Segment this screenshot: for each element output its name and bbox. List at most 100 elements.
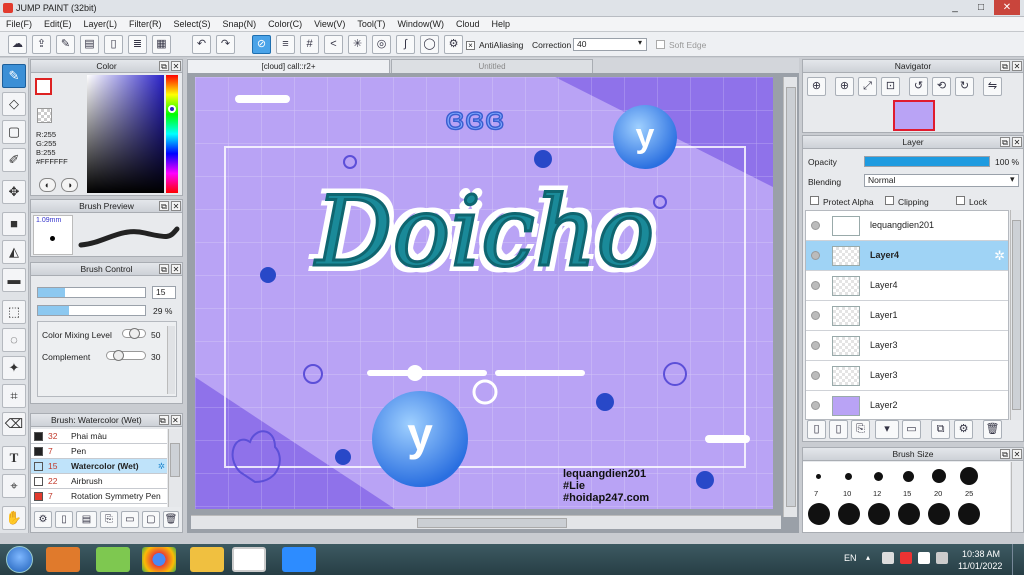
- lasso-tool-icon[interactable]: ◌: [2, 328, 26, 352]
- fit-icon[interactable]: ⤢: [858, 77, 877, 96]
- brush-opacity-slider[interactable]: [37, 305, 146, 316]
- close-icon[interactable]: ✕: [171, 264, 181, 274]
- brush-menu-icon[interactable]: ▤: [76, 511, 97, 528]
- cloud-sync-icon[interactable]: ☁: [8, 35, 27, 54]
- rotate-right-icon[interactable]: ↻: [955, 77, 974, 96]
- tab-untitled[interactable]: Untitled: [391, 59, 593, 73]
- size-dot[interactable]: [838, 503, 860, 525]
- brush-item-selected[interactable]: 15 Watercolor (Wet) ✲: [31, 459, 167, 474]
- float-icon[interactable]: ⧉: [1000, 61, 1010, 71]
- size-dot[interactable]: [816, 474, 821, 479]
- palette-icon[interactable]: ◐: [39, 178, 56, 192]
- brush-folder-icon[interactable]: ▭: [120, 511, 139, 528]
- comment-icon[interactable]: ✎: [56, 35, 75, 54]
- start-button[interactable]: [6, 546, 33, 573]
- layer-row[interactable]: Layer3: [806, 361, 1008, 391]
- select-tool-icon[interactable]: ⬚: [2, 300, 26, 324]
- brush-item[interactable]: 22 Airbrush: [31, 474, 167, 489]
- size-dot[interactable]: [932, 469, 946, 483]
- layer-row[interactable]: lequangdien201: [806, 211, 1008, 241]
- zoom-icon[interactable]: [282, 547, 316, 572]
- protect-alpha-checkbox[interactable]: [810, 196, 819, 207]
- explorer-icon[interactable]: [190, 547, 224, 572]
- tab-cloud-call[interactable]: [cloud] call::r2+: [187, 59, 390, 73]
- float-icon[interactable]: ⧉: [159, 264, 169, 274]
- clock-date[interactable]: 11/01/2022: [958, 561, 1002, 571]
- actual-size-icon[interactable]: ⊡: [881, 77, 900, 96]
- size-dot[interactable]: [903, 471, 914, 482]
- color-history-icon[interactable]: ◑: [61, 178, 78, 192]
- gradient-tool-icon[interactable]: ▬: [2, 268, 26, 292]
- mix-slider[interactable]: [122, 328, 146, 339]
- layer-row[interactable]: Layer3: [806, 331, 1008, 361]
- tray-icon[interactable]: [882, 552, 894, 564]
- menu-tool[interactable]: Tool(T): [351, 17, 391, 31]
- page-icon[interactable]: ▯: [104, 35, 123, 54]
- brush-size-scrollbar[interactable]: [1011, 462, 1023, 532]
- menu-snap[interactable]: Snap(N): [217, 17, 263, 31]
- snap-parallel-icon[interactable]: ≡: [276, 35, 295, 54]
- foreground-swatch[interactable]: [35, 78, 52, 95]
- blending-select[interactable]: Normal: [864, 174, 1019, 187]
- visibility-icon[interactable]: [811, 341, 820, 350]
- brush-item[interactable]: 32 Phai màu: [31, 429, 167, 444]
- text-tool-icon[interactable]: T: [2, 446, 26, 470]
- size-dot[interactable]: [874, 472, 883, 481]
- settings-scrollbar[interactable]: [167, 326, 175, 394]
- copy-layer-icon[interactable]: ⎘: [851, 420, 870, 439]
- chrome-icon[interactable]: [142, 547, 176, 572]
- transparent-swatch[interactable]: [37, 108, 52, 123]
- float-icon[interactable]: ⧉: [159, 201, 169, 211]
- horizontal-scrollbar[interactable]: [191, 515, 781, 529]
- app-green-icon[interactable]: [96, 547, 130, 572]
- snap-vanish-icon[interactable]: <: [324, 35, 343, 54]
- layer-settings-icon[interactable]: ⚙: [954, 420, 973, 439]
- close-icon[interactable]: ✕: [1012, 61, 1022, 71]
- brush-copy-icon[interactable]: ⎘: [99, 511, 118, 528]
- layer-row[interactable]: Layer4: [806, 271, 1008, 301]
- antialias-checkbox[interactable]: ×: [466, 40, 475, 50]
- layer-menu-icon[interactable]: ▾: [875, 420, 899, 439]
- rotate-reset-icon[interactable]: ⟲: [932, 77, 951, 96]
- rotate-left-icon[interactable]: ↺: [909, 77, 928, 96]
- flip-icon[interactable]: ⇋: [983, 77, 1002, 96]
- menu-window[interactable]: Window(W): [391, 17, 450, 31]
- size-dot[interactable]: [958, 503, 980, 525]
- close-icon[interactable]: ✕: [171, 61, 181, 71]
- language-indicator[interactable]: EN: [844, 553, 857, 563]
- clipping-checkbox[interactable]: [885, 196, 894, 207]
- float-icon[interactable]: ⧉: [159, 61, 169, 71]
- float-icon[interactable]: ⧉: [159, 415, 169, 425]
- size-dot[interactable]: [928, 503, 950, 525]
- menu-edit[interactable]: Edit(E): [38, 17, 78, 31]
- size-dot[interactable]: [845, 473, 852, 480]
- visibility-icon[interactable]: [811, 401, 820, 410]
- network-icon[interactable]: [936, 552, 948, 564]
- brush-delete-icon[interactable]: 🗑: [162, 511, 180, 528]
- visibility-icon[interactable]: [811, 281, 820, 290]
- visibility-icon[interactable]: [811, 371, 820, 380]
- grid-tiles-icon[interactable]: ▦: [152, 35, 171, 54]
- brush-size-slider[interactable]: [37, 287, 146, 298]
- snap-curve-icon[interactable]: ∫: [396, 35, 415, 54]
- menu-select[interactable]: Select(S): [168, 17, 217, 31]
- gear-icon[interactable]: ✲: [994, 248, 1005, 264]
- menu-color[interactable]: Color(C): [262, 17, 308, 31]
- menu-layer[interactable]: Layer(L): [78, 17, 124, 31]
- layer-row[interactable]: Layer2: [806, 391, 1008, 419]
- size-dot[interactable]: [898, 503, 920, 525]
- new-brush-icon[interactable]: ▯: [55, 511, 74, 528]
- brush-tool-icon[interactable]: ✎: [2, 64, 26, 88]
- snap-circle-icon[interactable]: ◎: [372, 35, 391, 54]
- merge-icon[interactable]: ⧉: [931, 420, 950, 439]
- rect-select-icon[interactable]: ▢: [2, 120, 26, 144]
- hue-handle[interactable]: [168, 105, 176, 113]
- snap-radial-icon[interactable]: ✳: [348, 35, 367, 54]
- gear-icon[interactable]: ✲: [158, 459, 165, 473]
- canvas-artwork[interactable]: ɞɞɞ Doicho y y lequangdien201 #Lie #hoid…: [195, 77, 773, 509]
- bucket-tool-icon[interactable]: ◭: [2, 240, 26, 264]
- brush-item[interactable]: 7 Pen: [31, 444, 167, 459]
- list-icon[interactable]: ≣: [128, 35, 147, 54]
- visibility-icon[interactable]: [811, 251, 820, 260]
- menu-filter[interactable]: Filter(R): [123, 17, 168, 31]
